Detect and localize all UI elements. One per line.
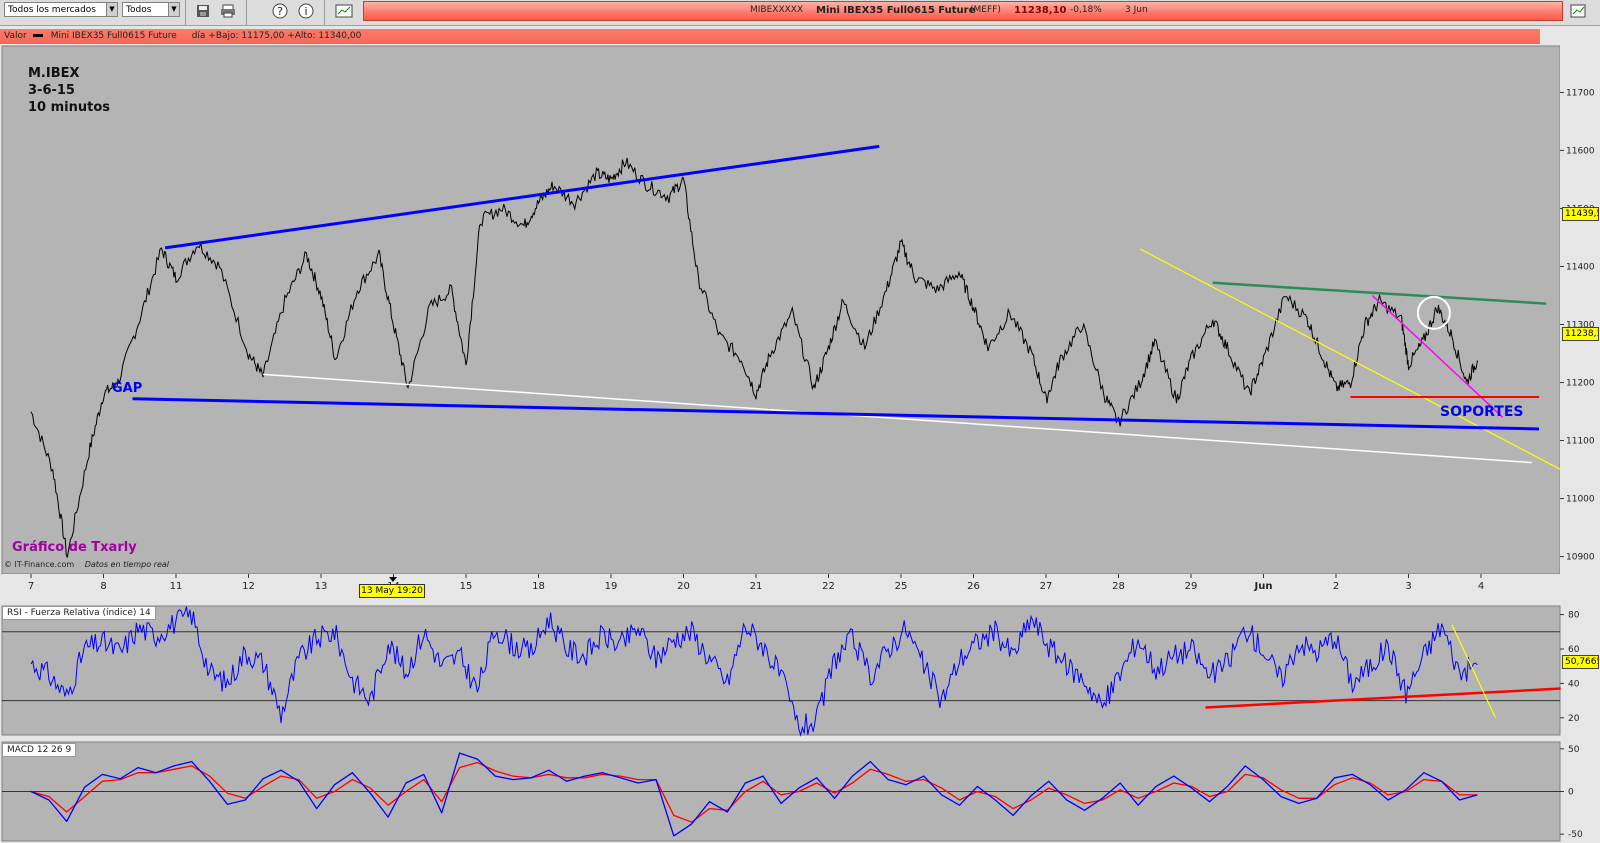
rsi-value-tag: 50,7665 bbox=[1562, 655, 1599, 669]
x-tick-label: 7 bbox=[28, 581, 34, 592]
soportes-label: SOPORTES bbox=[1440, 404, 1524, 420]
chart-title-block: M.IBEX 3-6-15 10 minutos bbox=[28, 65, 110, 116]
rsi-tick-label: 20 bbox=[1568, 714, 1580, 724]
x-tick-label: 25 bbox=[895, 581, 908, 592]
title-line-1: M.IBEX bbox=[28, 66, 80, 81]
y-tick-label: 11600 bbox=[1566, 146, 1595, 156]
rsi-tick-label: 40 bbox=[1568, 679, 1580, 689]
title-line-3: 10 minutos bbox=[28, 100, 111, 115]
cursor-date-label: 13 May 19:20 bbox=[359, 584, 425, 598]
x-tick-label: 13 bbox=[315, 581, 328, 592]
gap-label: GAP bbox=[112, 381, 143, 396]
macd-panel-label: MACD 12 26 9 bbox=[2, 743, 77, 757]
x-tick-label: 15 bbox=[460, 581, 473, 592]
x-tick-label: 18 bbox=[532, 581, 545, 592]
x-tick-label: 19 bbox=[605, 581, 618, 592]
y-tick-label: 11400 bbox=[1566, 262, 1595, 272]
price-tag-high: 11439,5 bbox=[1562, 207, 1599, 221]
x-tick-label: 22 bbox=[822, 581, 835, 592]
price-tag-last: 11238,1 bbox=[1562, 327, 1599, 341]
y-tick-label: 11700 bbox=[1566, 88, 1595, 98]
rsi-tick-label: 80 bbox=[1568, 611, 1580, 621]
x-tick-label: 21 bbox=[750, 581, 763, 592]
macd-tick-label: -50 bbox=[1568, 830, 1583, 840]
x-tick-label: 11 bbox=[170, 581, 183, 592]
credit-label: Gráfico de Txarly bbox=[12, 540, 137, 555]
price-panel bbox=[1, 45, 1561, 575]
y-tick-label: 11000 bbox=[1566, 495, 1595, 505]
x-tick-label: 28 bbox=[1112, 581, 1125, 592]
x-tick-label: 20 bbox=[677, 581, 690, 592]
macd-tick-label: 0 bbox=[1568, 788, 1574, 798]
x-tick-label: 3 bbox=[1405, 581, 1411, 592]
x-tick-label: Jun bbox=[1254, 581, 1273, 592]
source-text: © IT-Finance.com bbox=[4, 560, 75, 569]
y-tick-label: 11200 bbox=[1566, 379, 1595, 389]
macd-tick-label: 50 bbox=[1568, 745, 1580, 755]
x-tick-label: 2 bbox=[1333, 581, 1339, 592]
x-tick-label: 4 bbox=[1478, 581, 1484, 592]
chart-canvas[interactable]: 1090011000111001120011300114001150011600… bbox=[0, 0, 1600, 843]
x-tick-label: 12 bbox=[242, 581, 255, 592]
source-note: Datos en tiempo real bbox=[84, 560, 169, 569]
x-tick-label: 29 bbox=[1185, 581, 1198, 592]
x-tick-label: 26 bbox=[967, 581, 980, 592]
source-label: © IT-Finance.com Datos en tiempo real bbox=[4, 560, 169, 569]
rsi-panel-label: RSI - Fuerza Relativa (índice) 14 bbox=[2, 606, 156, 620]
rsi-tick-label: 60 bbox=[1568, 645, 1580, 655]
x-tick-label: 27 bbox=[1040, 581, 1053, 592]
y-tick-label: 11100 bbox=[1566, 437, 1595, 447]
y-tick-label: 10900 bbox=[1566, 553, 1595, 563]
x-tick-label: 8 bbox=[100, 581, 106, 592]
title-line-2: 3-6-15 bbox=[28, 83, 75, 98]
date-axis-area bbox=[2, 574, 1560, 604]
